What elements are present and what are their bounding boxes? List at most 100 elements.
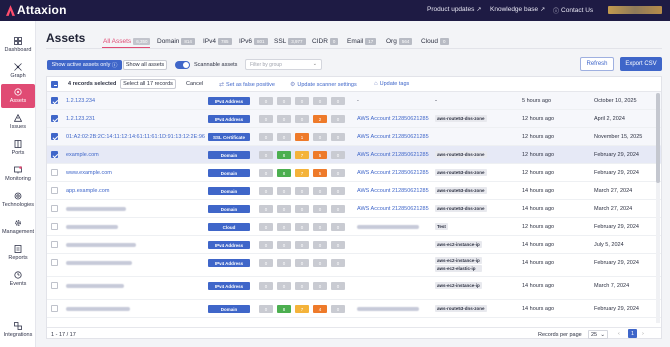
tag-badge[interactable]: Test [435,223,448,230]
severity-count-pill[interactable]: 0 [313,259,327,267]
export-csv-button[interactable]: Export CSV [620,57,662,71]
severity-count-pill[interactable]: 0 [331,133,345,141]
severity-count-pill[interactable]: 8 [277,305,291,313]
scrollbar-thumb[interactable] [656,93,660,183]
tag-badge[interactable]: aws-route53-dns-zone [435,205,487,212]
tab-cidr[interactable]: CIDR 0 [312,38,339,45]
row-checkbox[interactable] [51,187,58,194]
severity-count-pill[interactable]: 0 [331,223,345,231]
severity-count-pill[interactable]: 0 [295,115,309,123]
update-tags-button[interactable]: ⌂ Update tags [374,81,409,87]
severity-count-pill[interactable]: 7 [295,305,309,313]
severity-count-pill[interactable]: 0 [295,259,309,267]
tab-org[interactable]: Org 564 [386,38,413,45]
severity-count-pill[interactable]: 0 [313,282,327,290]
tag-badge[interactable]: aws-ec2-instance-ip [435,257,482,264]
logo[interactable]: Attaxion [6,3,67,17]
table-row[interactable]: www.example.com Domain 0 8 7 5 0 AWS Account 21… [47,164,661,182]
row-checkbox[interactable] [51,115,58,122]
table-scrollbar[interactable] [656,93,660,323]
severity-count-pill[interactable]: 0 [313,133,327,141]
severity-count-pill[interactable]: 0 [259,205,273,213]
account-link[interactable]: AWS Account 212850621285 [357,134,429,140]
account-link[interactable]: AWS Account 212850621285 [357,116,429,122]
severity-count-pill[interactable]: 0 [331,241,345,249]
tab-email[interactable]: Email 17 [347,38,377,45]
severity-count-pill[interactable]: 0 [277,97,291,105]
severity-count-pill[interactable]: 0 [259,151,273,159]
severity-count-pill[interactable]: 0 [295,187,309,195]
severity-count-pill[interactable]: 0 [331,205,345,213]
severity-count-pill[interactable]: 0 [295,97,309,105]
asset-name-link[interactable]: www.example.com [66,170,112,176]
false-positive-button[interactable]: ⇄ Set as false positive [219,81,275,89]
table-row[interactable]: Domain 0 0 0 0 0 AWS Account 212850621285 aws-r… [47,200,661,218]
severity-count-pill[interactable]: 0 [277,282,291,290]
scanner-settings-button[interactable]: ⚙ Update scanner settings [290,81,357,89]
tag-badge[interactable]: aws-route53-dns-zone [435,305,487,312]
scannable-assets-toggle[interactable] [175,61,190,69]
severity-count-pill[interactable]: 0 [295,205,309,213]
table-row[interactable]: 1.2.123.234 IPv4 Address 0 0 0 0 0- -5 hours ag… [47,92,661,110]
asset-name-link[interactable]: 1.2.123.234 [66,98,95,104]
select-all-checkbox[interactable] [51,81,58,88]
current-page-button[interactable]: 1 [628,329,637,338]
sidebar-item-technologies[interactable]: Technologies [0,188,36,212]
show-active-assets-button[interactable]: Show active assets only ⓘ [47,60,122,70]
row-checkbox[interactable] [51,151,58,158]
severity-count-pill[interactable]: 0 [331,282,345,290]
knowledge-base-link[interactable]: Knowledge base ↗ [490,6,545,13]
cancel-selection-button[interactable]: Cancel [186,81,203,87]
severity-count-pill[interactable]: 5 [313,169,327,177]
table-row[interactable]: IPv4 Address 0 0 0 0 0 aws-ec2-instance-ip aws-… [47,254,661,277]
account-link[interactable]: AWS Account 212850621285 [357,188,429,194]
tag-badge[interactable]: aws-route53-dns-zone [435,151,487,158]
severity-count-pill[interactable]: 4 [313,305,327,313]
sidebar-item-issues[interactable]: Issues [0,110,36,134]
tag-badge[interactable]: aws-ec2-elastic-ip [435,265,482,272]
severity-count-pill[interactable]: 0 [295,241,309,249]
severity-count-pill[interactable]: 0 [277,223,291,231]
account-link[interactable]: AWS Account 212850621285 [357,206,429,212]
prev-page-button[interactable]: ‹ [618,331,620,337]
row-checkbox[interactable] [51,169,58,176]
severity-count-pill[interactable]: 0 [331,169,345,177]
next-page-button[interactable]: › [642,331,644,337]
account-menu[interactable] [608,6,662,14]
asset-name-link[interactable]: 1.2.123.231 [66,116,95,122]
severity-count-pill[interactable]: 0 [259,259,273,267]
severity-count-pill[interactable]: 0 [295,282,309,290]
severity-count-pill[interactable]: 0 [331,305,345,313]
sidebar-item-monitoring[interactable]: Monitoring [0,162,36,186]
table-row[interactable]: IPv4 Address 0 0 0 0 0 aws-ec2-instance-ip 14 h… [47,236,661,254]
severity-count-pill[interactable]: 0 [331,259,345,267]
account-link[interactable]: AWS Account 212850621285 [357,170,429,176]
tag-badge[interactable]: aws-route53-dns-zone [435,169,487,176]
severity-count-pill[interactable]: 0 [277,187,291,195]
table-row[interactable]: 01:A2:02:2B:2C:14:11:12:14:61:11:61:1D:9… [47,128,661,146]
severity-count-pill[interactable]: 0 [295,223,309,231]
tab-ipv4[interactable]: IPv4 785 [203,38,232,45]
severity-count-pill[interactable]: 0 [277,241,291,249]
severity-count-pill[interactable]: 8 [277,169,291,177]
asset-name-link[interactable]: 01:A2:02:2B:2C:14:11:12:14:61:11:61:1D:9… [66,134,205,140]
row-checkbox[interactable] [51,241,58,248]
severity-count-pill[interactable]: 0 [313,205,327,213]
row-checkbox[interactable] [51,259,58,266]
sidebar-item-dashboard[interactable]: Dashboard [0,33,36,57]
table-row[interactable]: Domain 0 8 7 4 0 aws-route53-dns-zone 14 hours … [47,300,661,318]
tab-ipv6[interactable]: IPv6 801 [239,38,268,45]
product-updates-link[interactable]: Product updates ↗ [427,6,481,13]
severity-count-pill[interactable]: 0 [259,115,273,123]
severity-count-pill[interactable]: 0 [259,133,273,141]
severity-count-pill[interactable]: 0 [259,223,273,231]
row-checkbox[interactable] [51,282,58,289]
tag-badge[interactable]: aws-route53-dns-zone [435,115,487,122]
severity-count-pill[interactable]: 0 [313,223,327,231]
severity-count-pill[interactable]: 8 [277,151,291,159]
tab-all-assets[interactable]: All Assets 6,350 [103,38,151,45]
severity-count-pill[interactable]: 0 [313,241,327,249]
severity-count-pill[interactable]: 0 [259,305,273,313]
severity-count-pill[interactable]: 1 [295,133,309,141]
tab-cloud[interactable]: Cloud 0 [421,38,449,45]
